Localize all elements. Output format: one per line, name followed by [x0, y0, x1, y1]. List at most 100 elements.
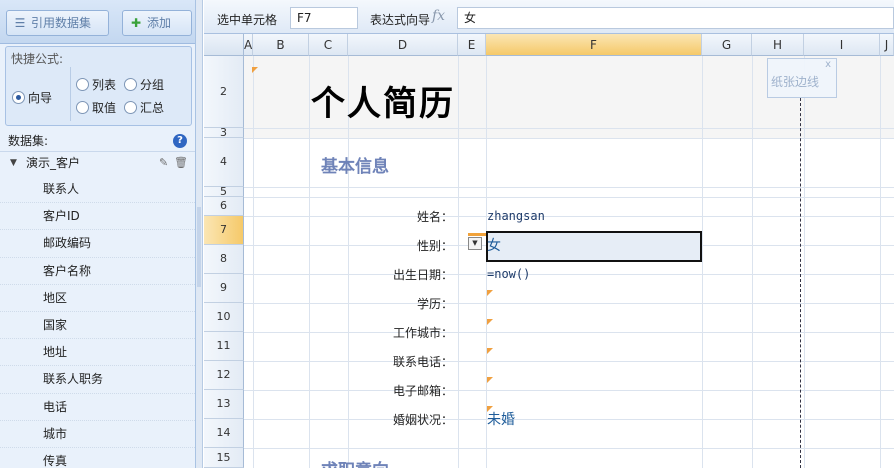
divider — [70, 67, 71, 121]
dataset-header: 数据集: ? — [0, 128, 195, 152]
row-header-10[interactable]: 10 — [204, 303, 244, 332]
column-header-e[interactable]: E — [458, 34, 486, 56]
row-header-6[interactable]: 6 — [204, 197, 244, 216]
close-icon[interactable]: x — [825, 59, 831, 70]
row-header-15[interactable]: 15 — [204, 448, 244, 468]
radio-summary[interactable]: 汇总 — [124, 99, 164, 116]
fx-icon[interactable]: fx — [432, 8, 445, 24]
dataset-node[interactable]: ▼ 演示_客户 ✎ 🗑 — [0, 152, 195, 174]
field-item[interactable]: 地址 — [0, 339, 195, 367]
column-header-i[interactable]: I — [804, 34, 880, 56]
column-header-g[interactable]: G — [702, 34, 752, 56]
grid-vline — [880, 56, 881, 468]
quick-formula-box: 快捷公式: 向导 列表 分组 取值 汇总 — [5, 46, 192, 126]
edit-icon[interactable]: ✎ — [159, 152, 168, 174]
dropdown-indicator — [468, 233, 486, 236]
field-item[interactable]: 电话 — [0, 394, 195, 421]
grid-vline — [253, 56, 254, 468]
column-header-c[interactable]: C — [309, 34, 348, 56]
grid-hline — [244, 448, 894, 449]
column-header-h[interactable]: H — [752, 34, 804, 56]
radio-dot — [124, 78, 137, 91]
label-work-city: 工作城市： — [392, 326, 453, 340]
row-header-8[interactable]: 8 — [204, 245, 244, 274]
grid-hline — [244, 197, 894, 198]
field-item[interactable]: 联系人 — [0, 176, 195, 204]
grid-hline — [244, 274, 894, 275]
field-item[interactable]: 地区 — [0, 285, 195, 312]
value-gender[interactable]: 女 — [487, 235, 501, 255]
row-header-5[interactable]: 5 — [204, 186, 244, 197]
grid-hline — [244, 138, 894, 139]
field-item[interactable]: 国家 — [0, 312, 195, 340]
radio-group[interactable]: 分组 — [124, 76, 164, 93]
ref-dataset-button[interactable]: ☰ 引用数据集 — [6, 10, 109, 36]
label-email: 电子邮箱： — [392, 384, 453, 398]
radio-guide[interactable]: 向导 — [12, 89, 52, 106]
label-education: 学历： — [416, 297, 453, 311]
expression-input[interactable]: 女 — [457, 7, 894, 29]
row-header-12[interactable]: 12 — [204, 361, 244, 390]
selected-cell-f7[interactable] — [486, 231, 702, 262]
expr-label: 表达式向导 — [370, 13, 431, 27]
cell-marker — [487, 290, 493, 296]
row-header-13[interactable]: 13 — [204, 390, 244, 419]
column-header-d[interactable]: D — [348, 34, 458, 56]
value-birth[interactable]: =now() — [487, 267, 530, 281]
resume-title: 个人简历 — [311, 84, 455, 124]
column-header-f[interactable]: F — [486, 34, 702, 56]
column-header-a[interactable]: A — [244, 34, 253, 56]
dropdown-arrow-icon[interactable]: ▼ — [468, 237, 482, 250]
grid-hline — [244, 332, 894, 333]
grid-vline — [804, 56, 805, 468]
field-item[interactable]: 传真 — [0, 448, 195, 468]
field-item[interactable]: 邮政编码 — [0, 230, 195, 258]
spreadsheet[interactable]: ABCDEFGHIJ 2 3 4 5 6 7 8 9 10 11 12 13 14 15 个人简历 基本信… — [204, 34, 894, 468]
grid-hline — [244, 128, 894, 129]
label-phone: 联系电话： — [392, 355, 453, 369]
radio-list[interactable]: 列表 — [76, 76, 116, 93]
cell-marker — [487, 319, 493, 325]
grid-vline — [458, 56, 459, 468]
grid-hline — [244, 419, 894, 420]
field-item[interactable]: 客户ID — [0, 203, 195, 231]
add-button[interactable]: ✚ 添加 — [122, 10, 192, 36]
radio-dot — [76, 78, 89, 91]
splitter-grip[interactable] — [197, 207, 201, 287]
radio-value[interactable]: 取值 — [76, 99, 116, 116]
row-header-4[interactable]: 4 — [204, 138, 244, 187]
grid-vline — [309, 56, 310, 468]
grid-vline — [702, 56, 703, 468]
column-header-j[interactable]: J — [880, 34, 894, 56]
radio-dot-selected — [12, 91, 25, 104]
left-toolbar: ☰ 引用数据集 ✚ 添加 — [0, 0, 195, 44]
panel-splitter[interactable] — [196, 0, 203, 468]
row-header-3[interactable]: 3 — [204, 127, 244, 138]
sheet-corner[interactable] — [204, 34, 244, 56]
column-header-b[interactable]: B — [253, 34, 309, 56]
label-gender: 性别： — [416, 239, 453, 253]
paper-margin-line — [800, 98, 801, 468]
value-name[interactable]: zhangsan — [487, 209, 545, 223]
plus-icon: ✚ — [130, 16, 142, 30]
collapse-arrow-icon[interactable]: ▼ — [10, 152, 17, 174]
section-job-intent: 求职意向 — [321, 456, 389, 468]
value-marital[interactable]: 未婚 — [487, 409, 515, 429]
field-item[interactable]: 客户名称 — [0, 258, 195, 285]
label-name: 姓名： — [416, 210, 453, 224]
row-header-14[interactable]: 14 — [204, 419, 244, 448]
field-item[interactable]: 联系人职务 — [0, 366, 195, 394]
row-header-9[interactable]: 9 — [204, 274, 244, 303]
delete-icon[interactable]: 🗑 — [174, 152, 188, 174]
row-header-11[interactable]: 11 — [204, 332, 244, 361]
row-header-7[interactable]: 7 — [204, 216, 244, 245]
cell-marker — [252, 67, 258, 73]
field-list: 联系人 客户ID 邮政编码 客户名称 地区 国家 地址 联系人职务 电话 城市 传真 — [0, 176, 195, 468]
grid-hline — [244, 187, 894, 188]
radio-dot — [124, 101, 137, 114]
grid-hline — [244, 361, 894, 362]
help-icon[interactable]: ? — [173, 134, 187, 148]
field-item[interactable]: 城市 — [0, 421, 195, 448]
row-header-2[interactable]: 2 — [204, 56, 244, 128]
cell-ref-input[interactable]: F7 — [290, 7, 358, 29]
